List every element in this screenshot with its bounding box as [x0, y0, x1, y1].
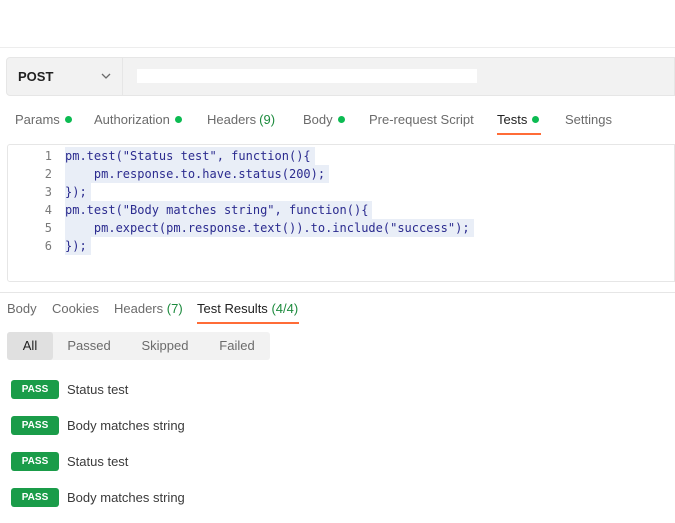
tab-headers[interactable]: Headers (9) [207, 104, 275, 138]
active-tab-indicator [197, 322, 299, 324]
filter-failed[interactable]: Failed [207, 332, 267, 360]
code-line: 6 }); [8, 237, 675, 255]
tab-pre-request-script[interactable]: Pre-request Script [369, 104, 474, 138]
test-name: Body matches string [67, 490, 185, 505]
code-line: 2 pm.response.to.have.status(200); [8, 165, 675, 183]
line-number: 4 [44, 203, 52, 217]
test-result-row: PASS Body matches string [11, 488, 311, 508]
tab-count: (4/4) [271, 301, 299, 316]
result-filter-group: All Passed Skipped Failed [7, 332, 270, 360]
tab-test-results[interactable]: Test Results (4/4) [197, 301, 298, 316]
tab-params[interactable]: Params [15, 104, 72, 138]
pass-badge: PASS [11, 488, 59, 507]
code-line: 4 pm.test("Body matches string", functio… [8, 201, 675, 219]
tab-response-headers[interactable]: Headers (7) [114, 301, 183, 316]
line-number: 2 [44, 167, 52, 181]
filter-passed[interactable]: Passed [57, 332, 121, 360]
green-dot-icon [64, 116, 72, 123]
test-script-editor[interactable]: 1 pm.test("Status test", function(){ 2 p… [7, 144, 675, 282]
test-name: Status test [67, 382, 129, 397]
pass-badge: PASS [11, 380, 59, 399]
line-number: 6 [44, 239, 52, 253]
tab-label: Tests [497, 112, 528, 127]
active-tab-indicator [497, 133, 541, 135]
tab-label: Headers [114, 301, 164, 316]
tab-label: Body [7, 301, 37, 316]
top-bar [0, 0, 675, 48]
tab-response-body[interactable]: Body [7, 301, 37, 316]
test-name: Body matches string [67, 418, 185, 433]
chevron-down-icon [101, 73, 111, 79]
pass-badge: PASS [11, 452, 59, 471]
tab-count: (9) [259, 112, 276, 127]
tab-label: Settings [565, 112, 612, 127]
test-name: Status test [67, 454, 129, 469]
response-tabs: Body Cookies Headers (7) Test Results (4… [0, 292, 675, 324]
code-line: 5 pm.expect(pm.response.text()).to.inclu… [8, 219, 675, 237]
green-dot-icon [337, 116, 345, 123]
pass-badge: PASS [11, 416, 59, 435]
test-result-row: PASS Body matches string [11, 416, 311, 436]
test-result-row: PASS Status test [11, 380, 311, 400]
tab-label: Test Results [197, 301, 268, 316]
line-number: 5 [44, 221, 52, 235]
tab-label: Authorization [94, 112, 170, 127]
filter-skipped[interactable]: Skipped [129, 332, 201, 360]
tab-body[interactable]: Body [303, 104, 345, 138]
green-dot-icon [532, 116, 540, 123]
tab-label: Pre-request Script [369, 112, 474, 127]
code-text: pm.test("Body matches string", function(… [65, 201, 373, 219]
line-number: 1 [44, 149, 52, 163]
code-text: }); [65, 237, 91, 255]
tab-cookies[interactable]: Cookies [52, 301, 99, 316]
code-text: pm.test("Status test", function(){ [65, 147, 315, 165]
code-line: 1 pm.test("Status test", function(){ [8, 147, 675, 165]
method-label: POST [18, 69, 54, 84]
tab-count: (7) [166, 301, 183, 316]
tab-label: Cookies [52, 301, 99, 316]
tab-label: Params [15, 112, 60, 127]
request-url-bar: POST [6, 57, 675, 96]
test-result-row: PASS Status test [11, 452, 311, 472]
tab-settings[interactable]: Settings [565, 104, 612, 138]
code-text: pm.expect(pm.response.text()).to.include… [65, 219, 474, 237]
line-number: 3 [44, 185, 52, 199]
tab-label: Headers [207, 112, 257, 127]
code-line: 3 }); [8, 183, 675, 201]
code-text: }); [65, 183, 91, 201]
tab-authorization[interactable]: Authorization [94, 104, 182, 138]
url-input[interactable] [137, 69, 477, 83]
method-select[interactable]: POST [7, 58, 123, 95]
filter-all[interactable]: All [7, 332, 53, 360]
tab-label: Body [303, 112, 333, 127]
green-dot-icon [174, 116, 182, 123]
request-tabs: Params Authorization Headers (9) Body Pr… [0, 104, 675, 138]
code-text: pm.response.to.have.status(200); [65, 165, 330, 183]
